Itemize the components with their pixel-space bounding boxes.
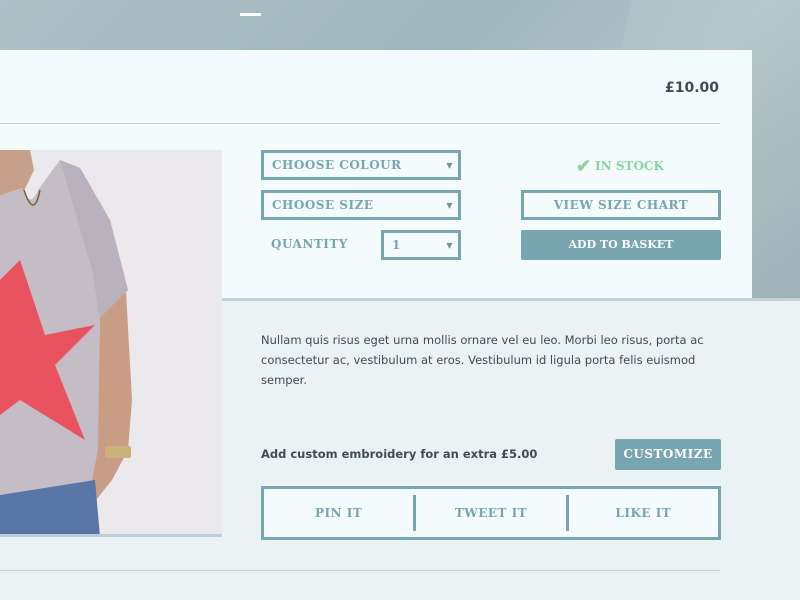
view-size-chart-button[interactable]: VIEW SIZE CHART xyxy=(521,190,721,220)
chevron-down-icon: ▼ xyxy=(446,160,453,170)
chevron-down-icon: ▼ xyxy=(446,240,453,250)
like-it-button[interactable]: LIKE IT xyxy=(569,489,718,537)
product-price: £10.00 xyxy=(664,80,719,96)
social-share-bar: PIN IT TWEET IT LIKE IT xyxy=(261,486,721,540)
divider xyxy=(0,570,720,571)
nav-indicator xyxy=(240,13,261,16)
customize-button[interactable]: CUSTOMIZE xyxy=(615,439,721,470)
divider xyxy=(0,123,720,124)
stock-status: ✔ IN STOCK xyxy=(576,156,664,177)
quantity-select[interactable]: 1 ▼ xyxy=(381,230,461,260)
add-to-basket-button[interactable]: ADD TO BASKET xyxy=(521,230,721,260)
quantity-label: QUANTITY xyxy=(271,237,348,251)
stock-status-label: IN STOCK xyxy=(595,159,664,173)
chevron-down-icon: ▼ xyxy=(446,200,453,210)
product-description: Nullam quis risus eget urna mollis ornar… xyxy=(261,333,704,387)
tweet-it-button[interactable]: TWEET IT xyxy=(416,489,565,537)
product-image xyxy=(0,150,222,537)
embroidery-offer-text: Add custom embroidery for an extra £5.00 xyxy=(261,447,538,461)
colour-select[interactable]: CHOOSE COLOUR ▼ xyxy=(261,150,461,180)
quantity-value: 1 xyxy=(392,238,401,252)
pin-it-button[interactable]: PIN IT xyxy=(264,489,413,537)
colour-select-label: CHOOSE COLOUR xyxy=(272,158,402,172)
checkmark-icon: ✔ xyxy=(576,156,592,177)
size-select-label: CHOOSE SIZE xyxy=(272,198,374,212)
size-select[interactable]: CHOOSE SIZE ▼ xyxy=(261,190,461,220)
